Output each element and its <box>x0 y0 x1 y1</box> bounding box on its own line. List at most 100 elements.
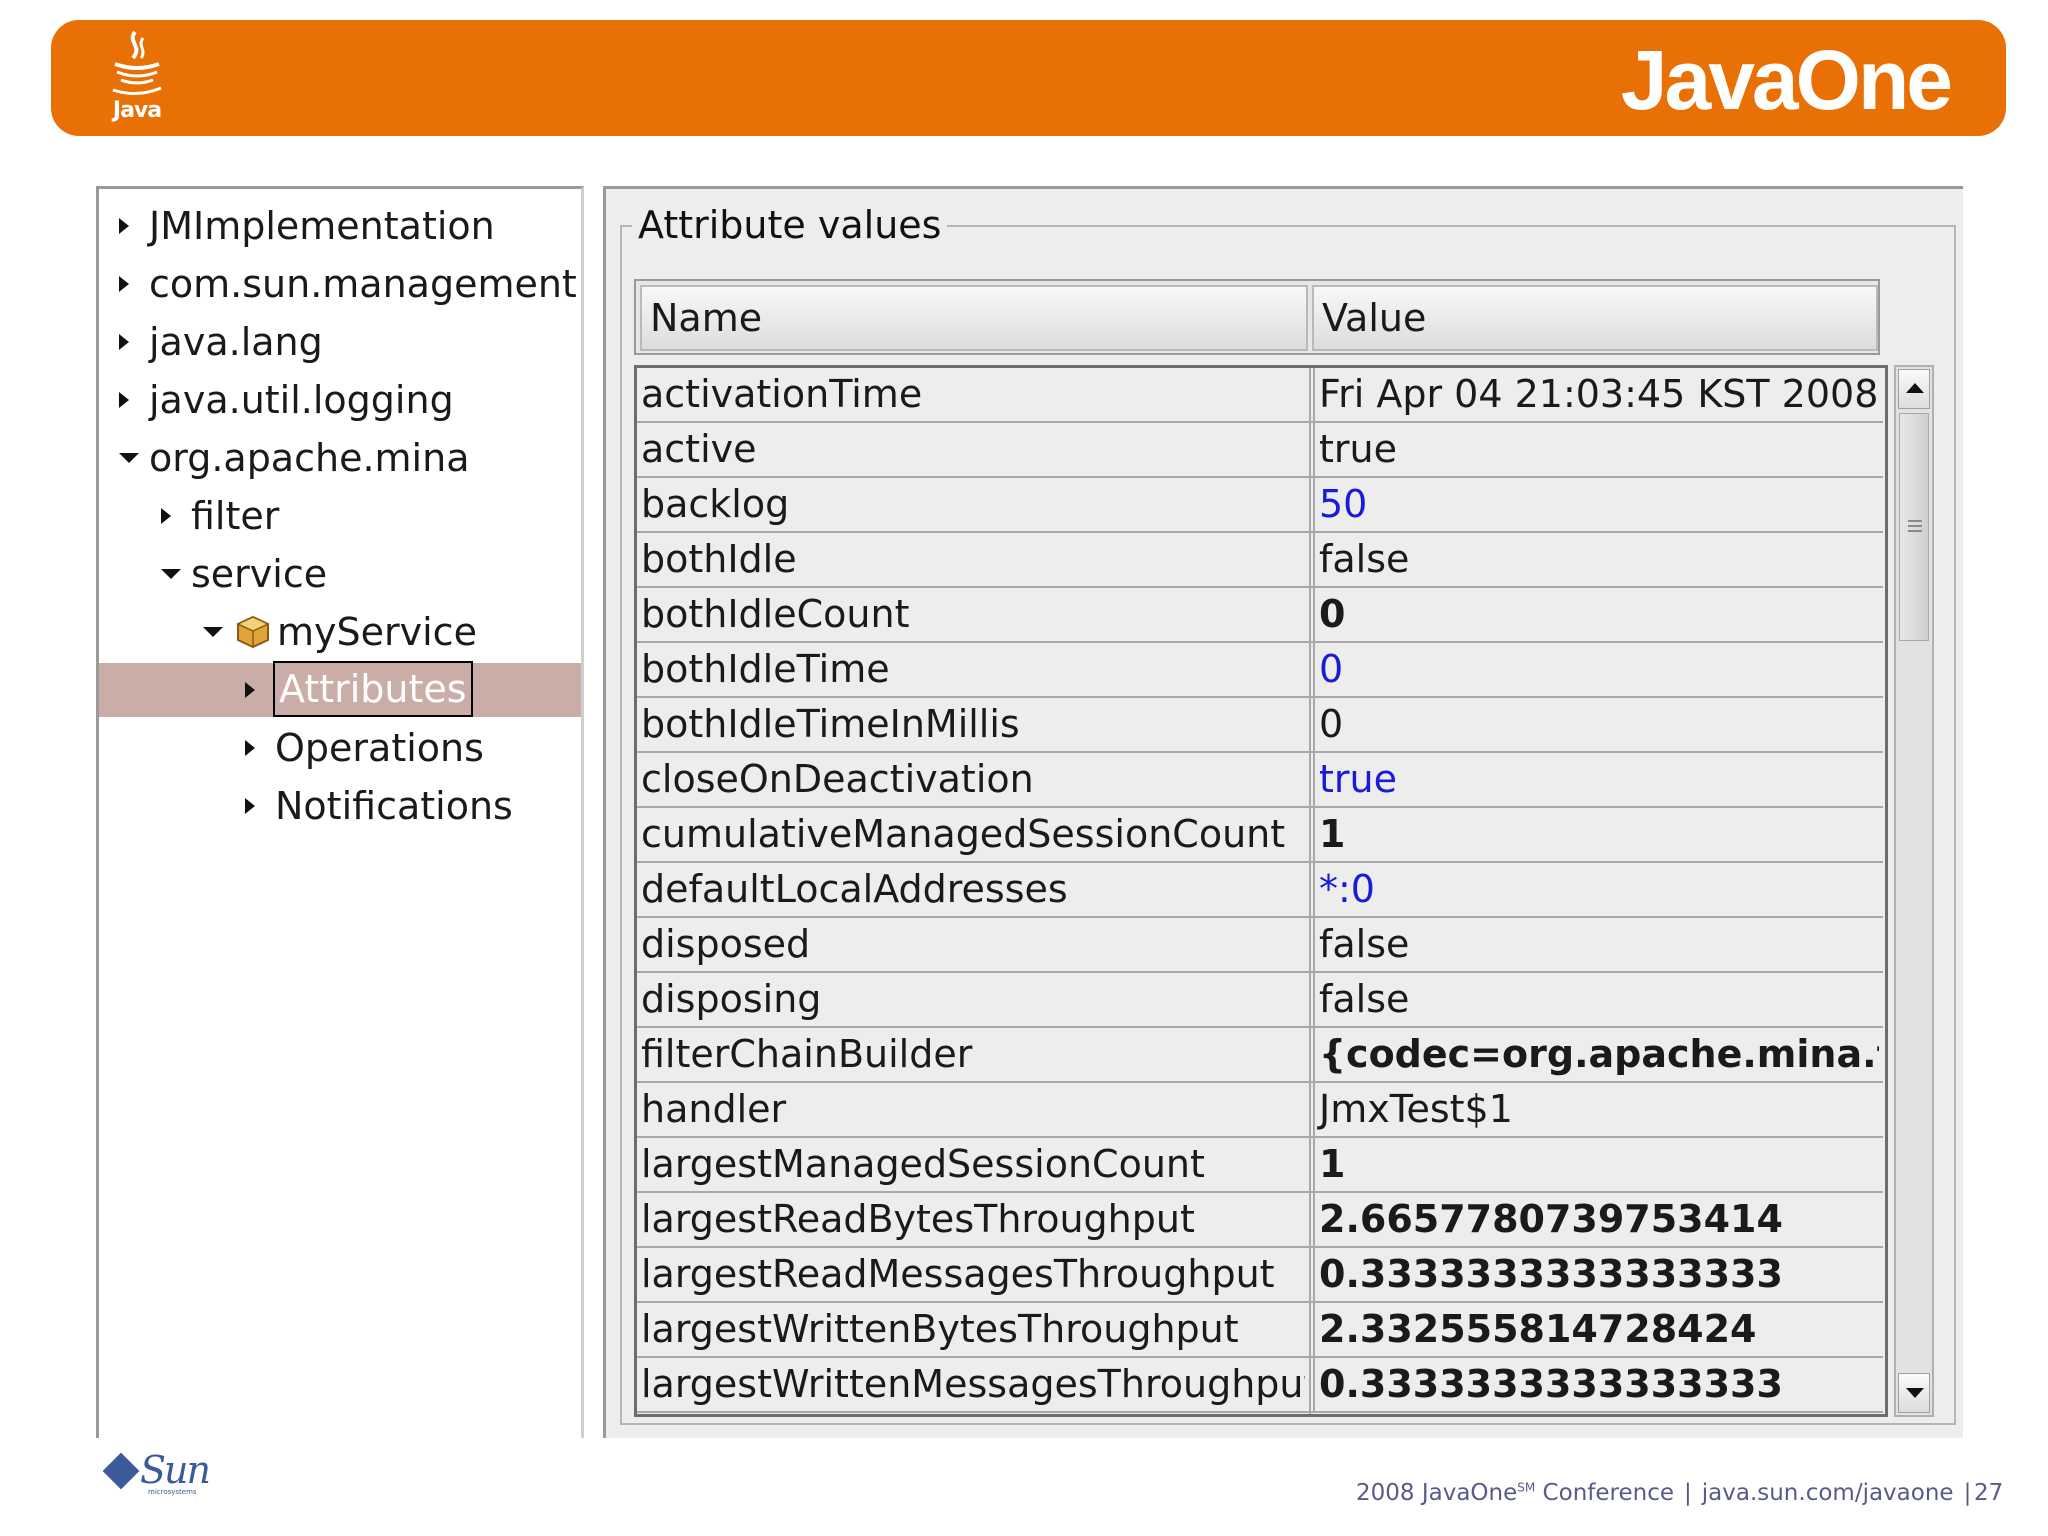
attribute-value-cell[interactable]: 1 <box>1313 808 1879 861</box>
collapsed-arrow-icon[interactable] <box>119 392 129 408</box>
attribute-value-cell[interactable]: JmxTest$1 <box>1313 1083 1879 1136</box>
attribute-value-cell[interactable]: *:0 <box>1313 863 1879 916</box>
tree-item-label: java.util.logging <box>149 378 454 422</box>
tree-item-label: myService <box>277 610 477 654</box>
tree-item-service[interactable]: service <box>99 547 581 601</box>
table-row[interactable]: defaultLocalAddresses *:0 <box>637 863 1883 918</box>
table-row[interactable]: activationTime Fri Apr 04 21:03:45 KST 20… <box>637 368 1883 423</box>
tree-item-label: com.sun.management <box>149 262 577 306</box>
attribute-table-header: Name Value <box>634 279 1880 355</box>
table-row[interactable]: disposing false <box>637 973 1883 1028</box>
attribute-value-cell[interactable]: 0.3333333333333333 <box>1313 1248 1879 1301</box>
tree-item-attributes[interactable]: Attributes <box>99 661 581 717</box>
java-cup-logo: Java <box>105 28 169 128</box>
table-row[interactable]: largestManagedSessionCount 1 <box>637 1138 1883 1193</box>
table-row[interactable]: filterChainBuilder {codec=org.apache.mina… <box>637 1028 1883 1083</box>
footer-separator: | <box>1963 1480 1972 1506</box>
table-row[interactable]: largestWrittenMessagesThroughput 0.333333… <box>637 1358 1883 1413</box>
attribute-name-cell: disposed <box>641 922 811 966</box>
table-row[interactable]: disposed false <box>637 918 1883 973</box>
tree-item-com-sun-management[interactable]: com.sun.management <box>99 257 581 311</box>
tree-item-label: service <box>191 552 328 596</box>
attribute-name-cell: largestReadMessagesThroughput <box>641 1252 1275 1296</box>
attribute-name-cell: backlog <box>641 482 790 526</box>
attribute-value-cell[interactable]: {codec=org.apache.mina.filt... <box>1313 1028 1879 1081</box>
attribute-name-cell: activationTime <box>641 372 923 416</box>
attribute-value-cell[interactable]: true <box>1313 753 1879 806</box>
collapsed-arrow-icon[interactable] <box>245 682 255 698</box>
tree-item-java-util-logging[interactable]: java.util.logging <box>99 373 581 427</box>
collapsed-arrow-icon[interactable] <box>119 276 129 292</box>
tree-item-label: filter <box>191 494 280 538</box>
table-row[interactable]: bothIdleCount 0 <box>637 588 1883 643</box>
attribute-name-cell: defaultLocalAddresses <box>641 867 1068 911</box>
scroll-down-button[interactable] <box>1898 1373 1930 1413</box>
attribute-name-cell: bothIdleTimeInMillis <box>641 702 1020 746</box>
attribute-value-cell[interactable]: 1 <box>1313 1138 1879 1191</box>
collapsed-arrow-icon[interactable] <box>119 218 129 234</box>
collapsed-arrow-icon[interactable] <box>119 334 129 350</box>
attribute-value-cell[interactable]: false <box>1313 533 1879 586</box>
collapsed-arrow-icon[interactable] <box>161 508 171 524</box>
scroll-up-button[interactable] <box>1898 369 1930 409</box>
tree-item-java-lang[interactable]: java.lang <box>99 315 581 369</box>
attribute-value-cell[interactable]: false <box>1313 973 1879 1026</box>
sun-logo-text: Sun <box>140 1448 211 1492</box>
table-row[interactable]: bothIdleTime 0 <box>637 643 1883 698</box>
attribute-value-cell[interactable]: true <box>1313 423 1879 476</box>
tree-item-myservice[interactable]: myService <box>99 605 581 659</box>
bean-icon <box>236 615 270 649</box>
attribute-name-cell: largestReadBytesThroughput <box>641 1197 1195 1241</box>
tree-item-label: Operations <box>275 726 484 770</box>
table-row[interactable]: closeOnDeactivation true <box>637 753 1883 808</box>
table-row[interactable]: largestReadBytesThroughput 2.665778073975… <box>637 1193 1883 1248</box>
table-row[interactable]: cumulativeManagedSessionCount 1 <box>637 808 1883 863</box>
column-header-name[interactable]: Name <box>640 285 1308 351</box>
tree-item-jmimplementation[interactable]: JMImplementation <box>99 199 581 253</box>
expanded-arrow-icon[interactable] <box>119 453 139 463</box>
java-logo-text: Java <box>112 98 162 123</box>
expanded-arrow-icon[interactable] <box>161 569 181 579</box>
tree-item-filter[interactable]: filter <box>99 489 581 543</box>
attribute-table: activationTime Fri Apr 04 21:03:45 KST 20… <box>634 365 1888 1417</box>
attribute-value-cell[interactable]: Fri Apr 04 21:03:45 KST 2008 <box>1313 368 1879 421</box>
attribute-value-cell[interactable]: 0.3333333333333333 <box>1313 1358 1879 1411</box>
mbean-tree[interactable]: JMImplementation com.sun.management java.l… <box>96 186 584 1438</box>
attribute-name-cell: largestManagedSessionCount <box>641 1142 1205 1186</box>
attribute-value-cell[interactable]: 50 <box>1313 478 1879 531</box>
tree-item-label: JMImplementation <box>149 204 495 248</box>
column-header-value[interactable]: Value <box>1312 285 1878 351</box>
footer-separator: | <box>1684 1480 1692 1506</box>
collapsed-arrow-icon[interactable] <box>245 740 255 756</box>
footer-year-prefix: 2008 JavaOne <box>1356 1480 1518 1506</box>
table-row[interactable]: bothIdleTimeInMillis 0 <box>637 698 1883 753</box>
tree-item-label: java.lang <box>149 320 323 364</box>
page-number: 27 <box>1974 1480 2004 1506</box>
collapsed-arrow-icon[interactable] <box>245 798 255 814</box>
attribute-value-cell[interactable]: 0 <box>1313 643 1879 696</box>
table-row[interactable]: backlog 50 <box>637 478 1883 533</box>
attribute-value-cell[interactable]: false <box>1313 918 1879 971</box>
tree-item-operations[interactable]: Operations <box>99 721 581 775</box>
table-row[interactable]: active true <box>637 423 1883 478</box>
attribute-name-cell: filterChainBuilder <box>641 1032 973 1076</box>
table-row[interactable]: bothIdle false <box>637 533 1883 588</box>
attribute-value-cell[interactable]: 2.6657780739753414 <box>1313 1193 1879 1246</box>
attribute-value-cell[interactable]: 0 <box>1313 588 1879 641</box>
footer-conference-text: 2008 JavaOneSM Conference | java.sun.com/j… <box>1356 1480 1981 1506</box>
attribute-name-cell: bothIdleCount <box>641 592 910 636</box>
javaone-brand: JavaOne <box>1620 33 1953 127</box>
tree-item-notifications[interactable]: Notifications <box>99 779 581 833</box>
table-scrollbar[interactable] <box>1894 365 1934 1417</box>
footer-url: java.sun.com/javaone <box>1701 1480 1954 1506</box>
table-row[interactable]: handler JmxTest$1 <box>637 1083 1883 1138</box>
scroll-thumb[interactable] <box>1899 413 1929 641</box>
attribute-value-cell[interactable]: 0 <box>1313 698 1879 751</box>
table-row[interactable]: largestWrittenBytesThroughput 2.332555814… <box>637 1303 1883 1358</box>
attribute-name-cell: bothIdle <box>641 537 797 581</box>
expanded-arrow-icon[interactable] <box>203 627 223 637</box>
tree-item-org-apache-mina[interactable]: org.apache.mina <box>99 431 581 485</box>
table-row[interactable]: largestReadMessagesThroughput 0.333333333… <box>637 1248 1883 1303</box>
attribute-value-cell[interactable]: 2.332555814728424 <box>1313 1303 1879 1356</box>
scroll-grip-icon <box>1908 520 1922 532</box>
